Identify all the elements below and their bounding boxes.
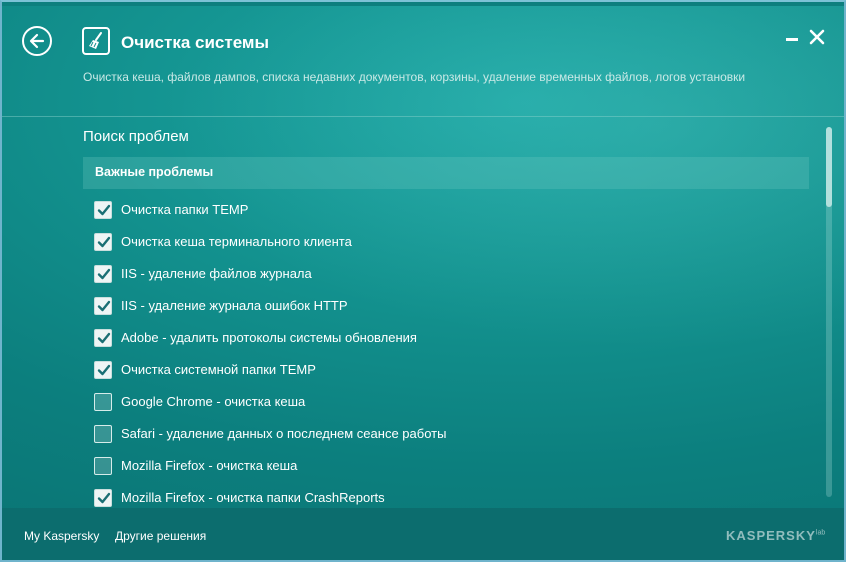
list-item-label: Очистка системной папки TEMP — [121, 362, 316, 377]
kaspersky-logo: KASPERSKYlab — [726, 528, 825, 543]
group-header: Важные проблемы — [83, 157, 809, 189]
checkmark-icon — [97, 300, 111, 312]
problem-list: Очистка папки TEMP Очистка кеша терминаль… — [94, 194, 814, 514]
list-item[interactable]: Google Chrome - очистка кеша — [94, 386, 814, 418]
logo-text: KASPERSKY — [726, 528, 816, 543]
checkbox-checked[interactable] — [94, 297, 112, 315]
list-item-label: Mozilla Firefox - очистка кеша — [121, 458, 298, 473]
my-kaspersky-link[interactable]: My Kaspersky — [24, 529, 99, 543]
checkbox-unchecked[interactable] — [94, 457, 112, 475]
checkbox-checked[interactable] — [94, 329, 112, 347]
checkbox-unchecked[interactable] — [94, 425, 112, 443]
checkmark-icon — [97, 332, 111, 344]
list-item-label: Очистка кеша терминального клиента — [121, 234, 352, 249]
header: Очистка системы Очистка кеша, файлов дам… — [2, 2, 844, 117]
list-item[interactable]: Safari - удаление данных о последнем сеа… — [94, 418, 814, 450]
page-subtitle: Очистка кеша, файлов дампов, списка неда… — [83, 70, 746, 84]
list-item-label: Safari - удаление данных о последнем сеа… — [121, 426, 447, 441]
list-item[interactable]: Очистка системной папки TEMP — [94, 354, 814, 386]
list-item[interactable]: Mozilla Firefox - очистка кеша — [94, 450, 814, 482]
logo-suffix: lab — [815, 529, 826, 537]
checkmark-icon — [97, 364, 111, 376]
checkbox-unchecked[interactable] — [94, 393, 112, 411]
minimize-icon[interactable] — [786, 38, 798, 41]
checkbox-checked[interactable] — [94, 265, 112, 283]
checkbox-checked[interactable] — [94, 489, 112, 507]
list-item-label: IIS - удаление журнала ошибок HTTP — [121, 298, 348, 313]
footer: My Kaspersky Другие решения KASPERSKYlab — [2, 508, 844, 560]
scrollbar-thumb[interactable] — [826, 127, 832, 207]
other-solutions-link[interactable]: Другие решения — [115, 529, 206, 543]
checkmark-icon — [97, 204, 111, 216]
list-item[interactable]: IIS - удаление файлов журнала — [94, 258, 814, 290]
list-item[interactable]: Очистка папки TEMP — [94, 194, 814, 226]
group-title: Важные проблемы — [95, 165, 214, 179]
list-item[interactable]: Adobe - удалить протоколы системы обновл… — [94, 322, 814, 354]
list-item[interactable]: Очистка кеша терминального клиента — [94, 226, 814, 258]
checkbox-checked[interactable] — [94, 233, 112, 251]
back-arrow-icon — [29, 33, 45, 49]
broom-icon — [82, 27, 110, 55]
page-title: Очистка системы — [121, 33, 270, 52]
section-title: Поиск проблем — [83, 128, 189, 145]
list-item-label: Mozilla Firefox - очистка папки CrashRep… — [121, 490, 385, 505]
list-item-label: Adobe - удалить протоколы системы обновл… — [121, 330, 417, 345]
close-icon[interactable] — [808, 28, 826, 46]
checkbox-checked[interactable] — [94, 361, 112, 379]
checkmark-icon — [97, 492, 111, 504]
checkmark-icon — [97, 268, 111, 280]
list-item-label: Очистка папки TEMP — [121, 202, 249, 217]
back-button[interactable] — [22, 26, 52, 56]
main-window: Очистка системы Очистка кеша, файлов дам… — [0, 0, 846, 562]
list-item[interactable]: IIS - удаление журнала ошибок HTTP — [94, 290, 814, 322]
checkbox-checked[interactable] — [94, 201, 112, 219]
list-item-label: IIS - удаление файлов журнала — [121, 266, 312, 281]
checkmark-icon — [97, 236, 111, 248]
list-item-label: Google Chrome - очистка кеша — [121, 394, 306, 409]
